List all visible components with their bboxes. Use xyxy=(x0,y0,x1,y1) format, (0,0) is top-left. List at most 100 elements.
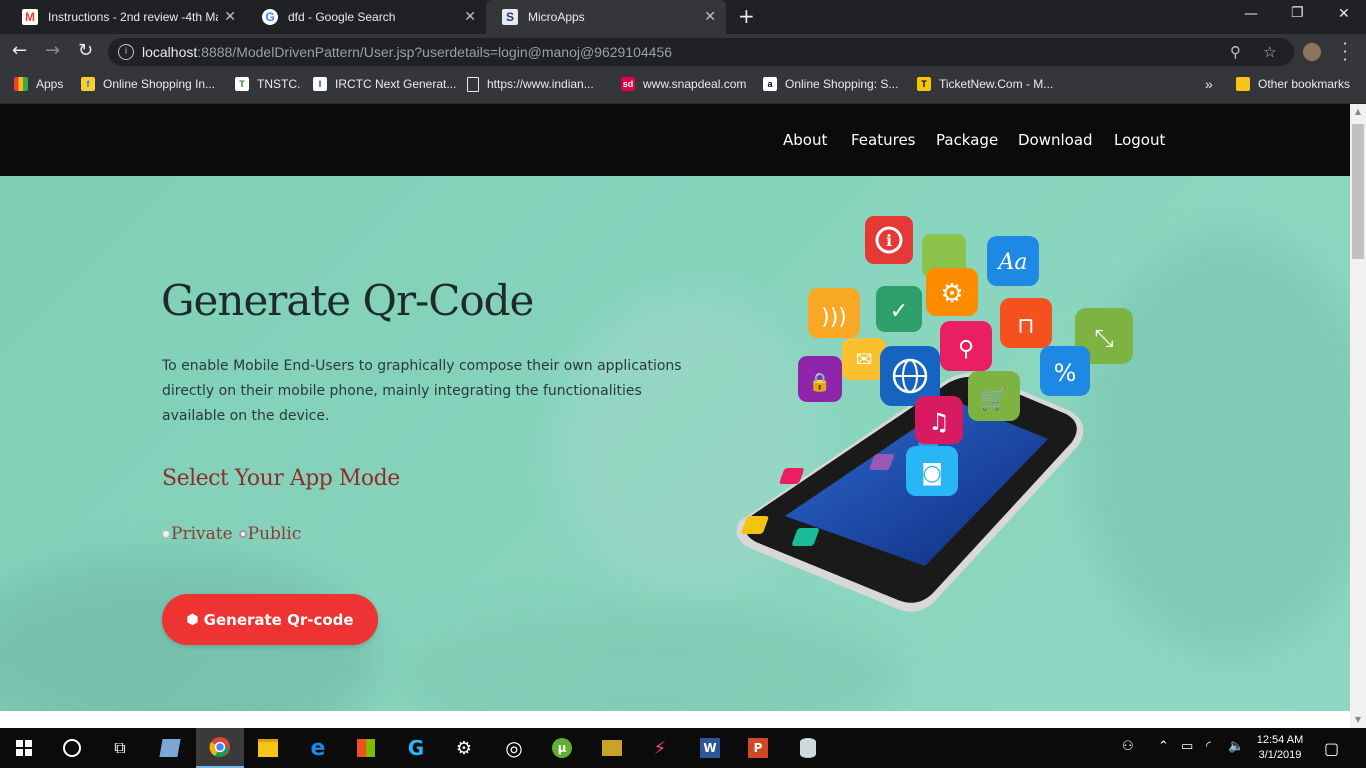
bookmark-amazon[interactable]: a Online Shopping: S... xyxy=(763,70,898,98)
scroll-down-icon[interactable]: ▼ xyxy=(1352,714,1364,726)
task-view-icon[interactable]: ⧉ xyxy=(96,728,144,768)
clock-time: 12:54 AM xyxy=(1256,734,1304,746)
android-icon: ⬢ xyxy=(186,611,199,628)
windows-start-button[interactable] xyxy=(0,728,48,768)
bookmark-label: www.snapdeal.com xyxy=(643,77,747,91)
scroll-up-icon[interactable]: ▲ xyxy=(1352,106,1364,118)
public-label[interactable]: Public xyxy=(248,524,302,544)
page-title: Generate Qr-Code xyxy=(161,276,534,325)
google-icon: G xyxy=(262,9,278,25)
app-word-icon[interactable]: W xyxy=(686,728,734,768)
bookmark-label: TicketNew.Com - M... xyxy=(939,77,1054,91)
close-tab-icon[interactable]: ✕ xyxy=(464,9,476,23)
bookmark-indian[interactable]: https://www.indian... xyxy=(467,70,594,98)
private-label[interactable]: Private xyxy=(171,524,233,544)
svg-text:✉: ✉ xyxy=(856,347,873,371)
page-bottom-strip xyxy=(0,711,1350,728)
url-host: localhost xyxy=(142,44,198,60)
chrome-logo-icon xyxy=(209,737,230,757)
bookmarks-overflow-chevron[interactable]: » xyxy=(1205,70,1213,98)
tab-title: Instructions - 2nd review -4th Ma xyxy=(48,10,218,24)
bookmark-other[interactable]: Other bookmarks xyxy=(1236,70,1350,98)
tab-gmail[interactable]: M Instructions - 2nd review -4th Ma ✕ xyxy=(6,0,246,34)
app-magic-wand-icon[interactable]: ⚡ xyxy=(636,728,684,768)
generate-qr-code-button[interactable]: ⬢ Generate Qr-code xyxy=(162,594,378,645)
back-arrow-icon[interactable]: ← xyxy=(12,41,27,61)
scrollbar-thumb[interactable] xyxy=(1352,124,1364,259)
bookmark-label: Online Shopping In... xyxy=(103,77,216,91)
app-chrome-icon[interactable] xyxy=(196,728,244,768)
app-file-explorer-icon[interactable] xyxy=(244,728,292,768)
bookmark-label: https://www.indian... xyxy=(487,77,594,91)
svg-text:♫: ♫ xyxy=(928,408,950,436)
url-text[interactable]: localhost:8888/ModelDrivenPattern/User.j… xyxy=(142,44,672,60)
bookmark-snapdeal[interactable]: sd www.snapdeal.com xyxy=(621,70,746,98)
browser-tab-bar: M Instructions - 2nd review -4th Ma ✕ G … xyxy=(0,0,1366,34)
folder-icon xyxy=(1236,77,1250,91)
public-radio[interactable] xyxy=(238,530,247,538)
bookmark-label: IRCTC Next Generat... xyxy=(335,77,457,91)
close-tab-icon[interactable]: ✕ xyxy=(704,9,716,23)
chrome-menu-icon[interactable]: · · · xyxy=(1342,36,1348,68)
app-groove-icon[interactable]: ◎ xyxy=(490,728,538,768)
private-radio[interactable] xyxy=(162,530,170,538)
people-icon[interactable]: ⚇ xyxy=(1122,739,1134,754)
wifi-icon[interactable]: ◜ xyxy=(1206,739,1211,754)
reload-icon[interactable]: ↻ xyxy=(78,41,93,61)
close-tab-icon[interactable]: ✕ xyxy=(224,9,236,23)
tab-title: MicroApps xyxy=(528,10,585,24)
show-hidden-icons-chevron[interactable]: ⌃ xyxy=(1158,739,1169,754)
hero-section: Generate Qr-Code To enable Mobile End-Us… xyxy=(0,176,1350,711)
windows-taskbar: ⧉ e G ⚙ ◎ µ ⚡ W P ⚇ ⌃ ▭ ◜ 🔈 12:54 AM 3/1… xyxy=(0,728,1366,768)
nav-package[interactable]: Package xyxy=(936,131,998,149)
svg-text:i: i xyxy=(886,231,892,250)
app-notepad-icon[interactable] xyxy=(146,728,194,768)
bookmarks-bar: Apps f Online Shopping In... T TNSTC. I … xyxy=(0,70,1366,104)
cortana-search-button[interactable] xyxy=(48,728,96,768)
windows-logo-icon xyxy=(16,740,32,756)
web-page: About Features Package Download Logout G… xyxy=(0,104,1350,711)
bookmark-ticketnew[interactable]: T TicketNew.Com - M... xyxy=(917,70,1053,98)
nav-logout[interactable]: Logout xyxy=(1114,131,1165,149)
nav-features[interactable]: Features xyxy=(851,131,916,149)
system-clock[interactable]: 12:54 AM 3/1/2019 xyxy=(1249,733,1311,763)
profile-avatar[interactable] xyxy=(1303,43,1321,61)
bookmark-star-icon[interactable]: ☆ xyxy=(1263,43,1276,61)
battery-icon[interactable]: ▭ xyxy=(1181,739,1193,754)
address-bar[interactable]: i localhost:8888/ModelDrivenPattern/User… xyxy=(108,38,1294,66)
app-mode-heading: Select Your App Mode xyxy=(162,466,400,491)
app-edge-icon[interactable]: e xyxy=(294,728,342,768)
bookmark-label: Apps xyxy=(36,77,64,91)
new-tab-button[interactable]: + xyxy=(738,6,755,26)
app-store-icon[interactable] xyxy=(342,728,390,768)
app-database-icon[interactable] xyxy=(784,728,832,768)
restore-icon[interactable]: ❐ xyxy=(1291,5,1304,21)
volume-icon[interactable]: 🔈 xyxy=(1228,739,1244,754)
minimize-icon[interactable]: — xyxy=(1244,6,1258,22)
amazon-icon: a xyxy=(763,77,777,91)
bookmark-irctc[interactable]: I IRCTC Next Generat... xyxy=(313,70,456,98)
tab-title: dfd - Google Search xyxy=(288,10,396,24)
app-stack-icon[interactable] xyxy=(588,728,636,768)
app-logitech-icon[interactable]: G xyxy=(392,728,440,768)
close-window-icon[interactable]: ✕ xyxy=(1338,6,1350,22)
tab-google-search[interactable]: G dfd - Google Search ✕ xyxy=(246,0,486,34)
svg-text:🔒: 🔒 xyxy=(809,372,831,393)
tab-microapps[interactable]: S MicroApps ✕ xyxy=(486,0,726,34)
bookmark-tnstc[interactable]: T TNSTC. xyxy=(235,70,300,98)
hero-description: To enable Mobile End-Users to graphicall… xyxy=(162,358,682,424)
app-settings-gear-icon[interactable]: ⚙ xyxy=(440,728,488,768)
app-utorrent-icon[interactable]: µ xyxy=(538,728,586,768)
forward-arrow-icon[interactable]: → xyxy=(45,41,60,61)
svg-text:⊓: ⊓ xyxy=(1017,314,1034,339)
site-s-icon: S xyxy=(502,9,518,25)
app-powerpoint-icon[interactable]: P xyxy=(734,728,782,768)
bookmark-apps[interactable]: Apps xyxy=(14,70,63,98)
site-info-icon[interactable]: i xyxy=(118,44,134,60)
bookmark-flipkart[interactable]: f Online Shopping In... xyxy=(81,70,215,98)
nav-about[interactable]: About xyxy=(783,131,827,149)
zoom-icon[interactable]: ⚲ xyxy=(1230,43,1241,61)
nav-download[interactable]: Download xyxy=(1018,131,1093,149)
notification-center-icon[interactable]: ▢ xyxy=(1324,739,1339,758)
background-blur-shape xyxy=(400,606,900,711)
